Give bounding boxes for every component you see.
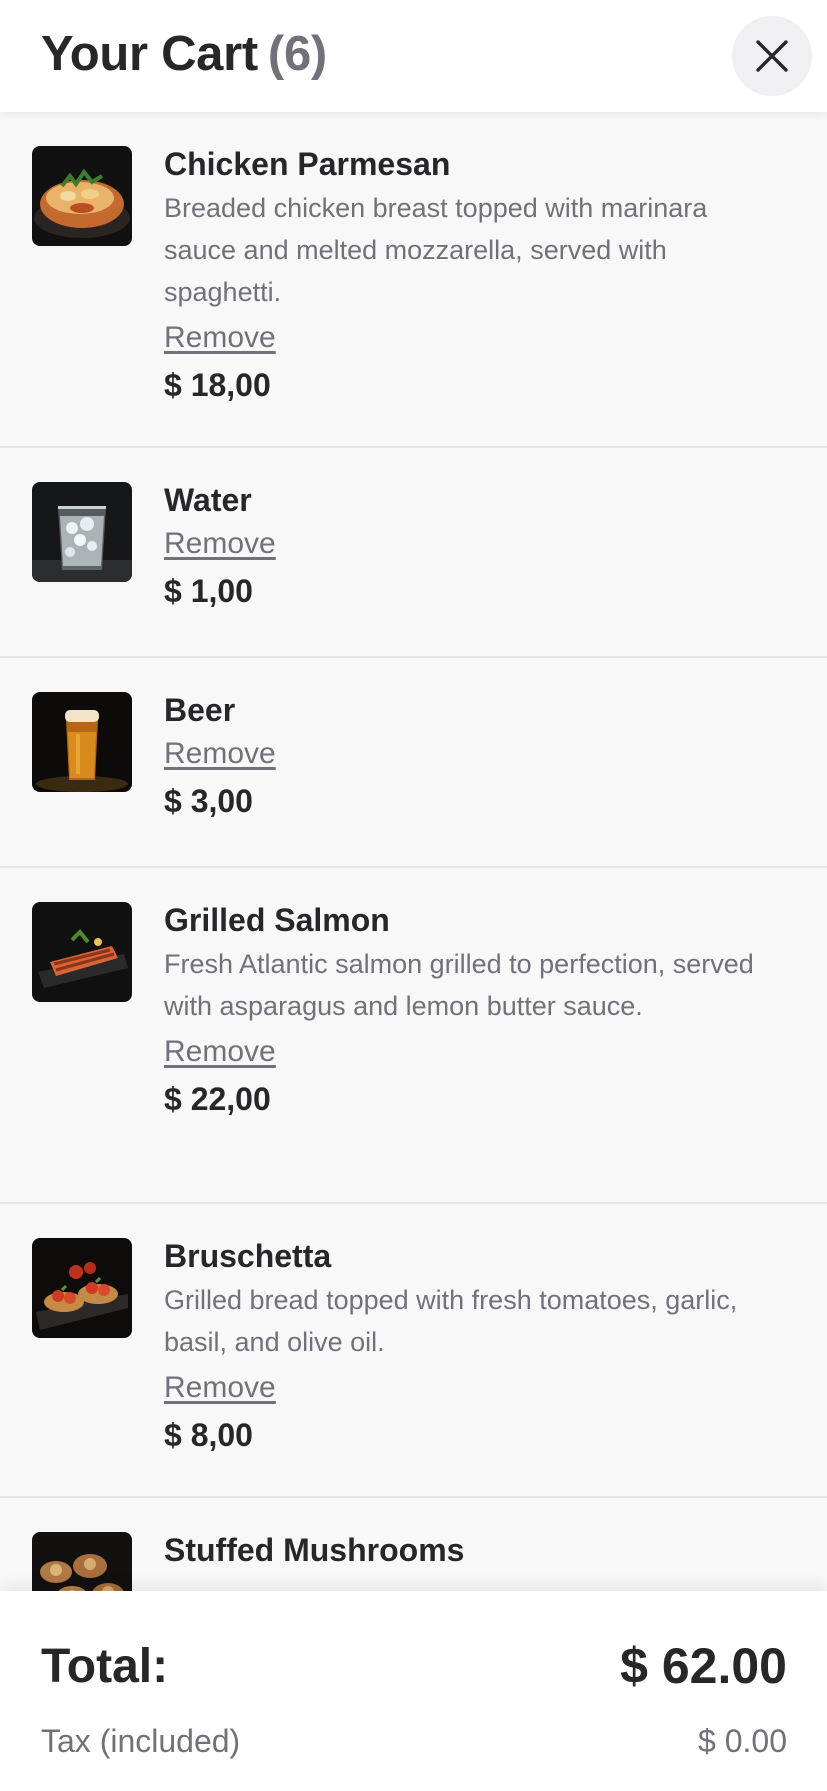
water-glass-photo-icon (32, 482, 132, 582)
item-name: Water (164, 482, 252, 518)
remove-link[interactable]: Remove (164, 523, 276, 565)
cart-item-count: (6) (267, 27, 327, 81)
total-label: Total: (41, 1640, 169, 1693)
item-price: $ 18,00 (164, 367, 271, 403)
item-name: Stuffed Mushrooms (164, 1532, 465, 1568)
item-description: Breaded chicken breast topped with marin… (164, 193, 708, 307)
item-name: Bruschetta (164, 1238, 332, 1274)
item-name: Chicken Parmesan (164, 146, 451, 182)
tax-label: Tax (included) (41, 1723, 241, 1759)
cart-item: Chicken Parmesan Breaded chicken breast … (0, 112, 827, 448)
chicken-parmesan-photo-icon (32, 146, 132, 246)
cart-header: Your Cart (6) (0, 0, 827, 112)
item-description: Grilled bread topped with fresh tomatoes… (164, 1285, 738, 1357)
stuffed-mushrooms-photo-icon (32, 1532, 132, 1591)
item-name: Beer (164, 692, 236, 728)
bruschetta-photo-icon (32, 1238, 132, 1338)
cart-item: Stuffed Mushrooms (0, 1498, 827, 1591)
cart-item: Beer Remove $ 3,00 (0, 658, 827, 868)
cart-item: Grilled Salmon Fresh Atlantic salmon gri… (0, 868, 827, 1204)
item-name: Grilled Salmon (164, 902, 390, 938)
cart-summary: Total: $ 62.00 Tax (included) $ 0.00 (0, 1591, 827, 1791)
cart-item-list[interactable]: Chicken Parmesan Breaded chicken breast … (0, 112, 827, 1591)
cart-item: Bruschetta Grilled bread topped with fre… (0, 1204, 827, 1498)
grilled-salmon-photo-icon (32, 902, 132, 1002)
remove-link[interactable]: Remove (164, 317, 276, 359)
item-description: Fresh Atlantic salmon grilled to perfect… (164, 949, 754, 1021)
remove-link[interactable]: Remove (164, 1367, 276, 1409)
remove-link[interactable]: Remove (164, 1031, 276, 1073)
cart-title: Your Cart (41, 27, 258, 81)
close-button[interactable] (732, 16, 812, 96)
item-price: $ 3,00 (164, 783, 253, 819)
remove-link[interactable]: Remove (164, 733, 276, 775)
beer-glass-photo-icon (32, 692, 132, 792)
page-title: Your Cart (6) (41, 26, 327, 82)
item-price: $ 8,00 (164, 1417, 253, 1453)
total-value: $ 62.00 (620, 1638, 787, 1694)
item-price: $ 22,00 (164, 1081, 271, 1117)
close-icon (756, 40, 788, 72)
tax-value: $ 0.00 (698, 1723, 787, 1759)
item-price: $ 1,00 (164, 573, 253, 609)
cart-item: Water Remove $ 1,00 (0, 448, 827, 658)
